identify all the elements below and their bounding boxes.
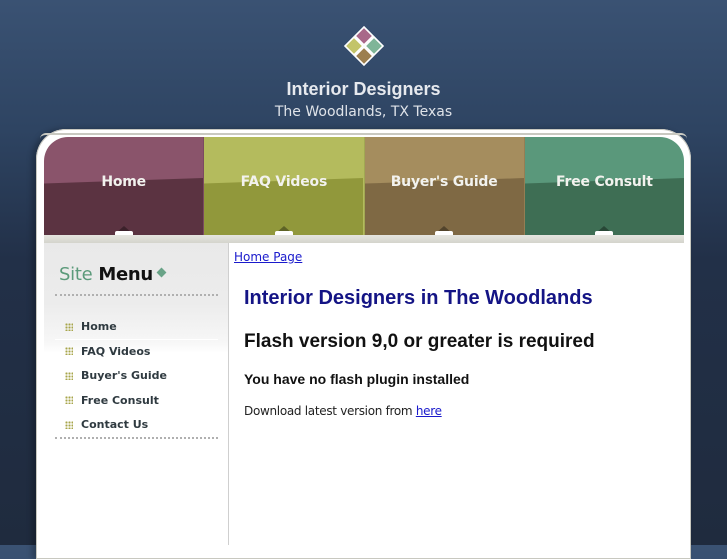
nav-notch: [115, 226, 132, 233]
grid-bullet-icon: [65, 347, 73, 356]
download-here-link[interactable]: here: [416, 404, 442, 418]
site-title: Interior Designers: [286, 79, 441, 99]
nav-free-consult-label: Free Consult: [556, 174, 653, 190]
no-plugin-heading: You have no flash plugin installed: [244, 371, 470, 387]
nav-notch: [596, 226, 613, 233]
sidebar-item-label: Contact Us: [81, 418, 149, 432]
breadcrumb-home-page[interactable]: Home Page: [234, 250, 302, 264]
main-content: Home Page Interior Designers in The Wood…: [229, 243, 684, 545]
nav-faq-videos[interactable]: FAQ Videos: [204, 137, 365, 235]
diamond-icon: [156, 267, 167, 278]
sidebar-item-label: Buyer's Guide: [81, 369, 167, 383]
grid-bullet-icon: [65, 396, 73, 405]
main-nav: Home FAQ Videos Buyer's Guide Free Consu…: [44, 137, 684, 235]
sidebar-item-faq-videos[interactable]: FAQ Videos: [55, 340, 218, 365]
divider: [55, 437, 218, 439]
nav-buyers-guide[interactable]: Buyer's Guide: [364, 137, 525, 235]
grid-bullet-icon: [65, 371, 73, 380]
sidebar-item-label: FAQ Videos: [81, 344, 151, 358]
download-text: Download latest version from here: [244, 404, 442, 418]
sidebar-title-menu: Menu: [98, 264, 153, 285]
logo-icon: [343, 26, 385, 67]
nav-faq-videos-label: FAQ Videos: [240, 174, 328, 190]
nav-home[interactable]: Home: [44, 137, 205, 235]
grid-bullet-icon: [65, 322, 73, 331]
sidebar-item-label: Free Consult: [81, 393, 159, 407]
sidebar-item-label: Home: [81, 320, 117, 334]
sidebar-item-contact-us[interactable]: Contact Us: [55, 413, 218, 438]
sidebar-menu: Home FAQ Videos Buyer's Guide Free Consu…: [55, 315, 218, 438]
download-label: Download latest version from: [244, 404, 413, 418]
sidebar-title: Site Menu: [59, 264, 153, 285]
nav-notch: [275, 226, 292, 233]
sidebar-title-site: Site: [59, 264, 93, 285]
nav-home-label: Home: [101, 174, 146, 190]
sidebar-item-home[interactable]: Home: [55, 315, 218, 340]
sidebar: Site Menu Home FAQ Videos Buyer's Guide …: [44, 243, 229, 545]
sidebar-item-free-consult[interactable]: Free Consult: [55, 389, 218, 414]
nav-buyers-guide-label: Buyer's Guide: [390, 174, 498, 190]
nav-free-consult[interactable]: Free Consult: [524, 137, 684, 235]
page-title: Interior Designers in The Woodlands: [244, 287, 593, 309]
grid-bullet-icon: [65, 420, 73, 429]
sidebar-item-buyers-guide[interactable]: Buyer's Guide: [55, 364, 218, 389]
nav-notch: [436, 226, 453, 233]
flash-required-heading: Flash version 9,0 or greater is required: [244, 331, 595, 352]
nav-shelf: [44, 235, 684, 243]
divider: [55, 294, 218, 296]
site-subtitle: The Woodlands, TX Texas: [274, 104, 453, 120]
